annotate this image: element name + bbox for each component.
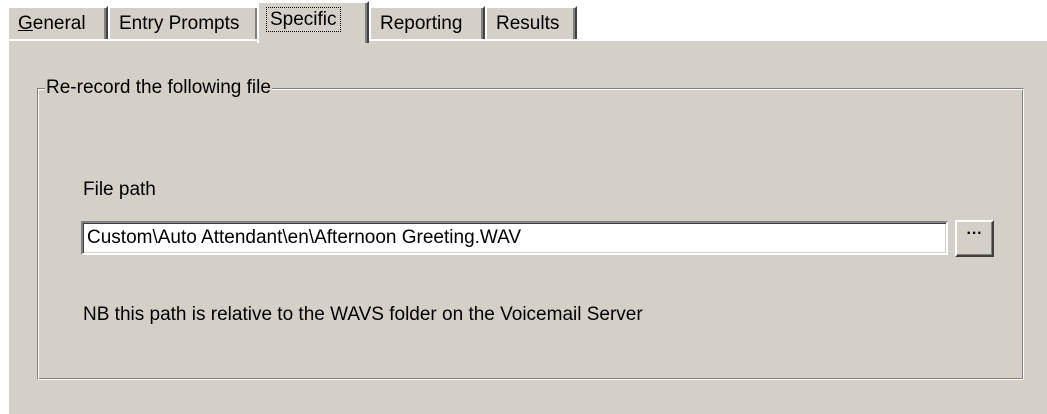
file-path-input[interactable]: Custom\Auto Attendant\en\Afternoon Greet…	[81, 221, 948, 255]
tab-reporting-label: Reporting	[380, 13, 463, 34]
tab-results[interactable]: Results	[485, 6, 577, 40]
properties-dialog-page: General Entry Prompts Specific Reporting…	[0, 0, 1047, 414]
tab-reporting[interactable]: Reporting	[369, 6, 485, 40]
tab-results-label: Results	[496, 13, 560, 34]
tab-general[interactable]: General	[7, 6, 108, 40]
tab-specific[interactable]: Specific	[257, 1, 369, 43]
browse-button[interactable]: ···	[955, 220, 994, 257]
path-note: NB this path is relative to the WAVS fol…	[83, 304, 643, 325]
tab-general-mnemonic: G	[18, 13, 33, 34]
tab-entry-prompts-label: Entry Prompts	[119, 13, 240, 34]
tab-entry-prompts[interactable]: Entry Prompts	[108, 6, 259, 40]
tab-page-specific: Re-record the following file File path C…	[7, 39, 1047, 414]
groupbox-title: Re-record the following file	[45, 76, 272, 100]
tab-general-label: General	[18, 13, 86, 34]
rerecord-file-groupbox: Re-record the following file File path C…	[37, 76, 1024, 380]
tab-general-label-rest: eneral	[32, 13, 86, 34]
file-path-label: File path	[83, 179, 156, 200]
tab-specific-label: Specific	[266, 7, 341, 32]
